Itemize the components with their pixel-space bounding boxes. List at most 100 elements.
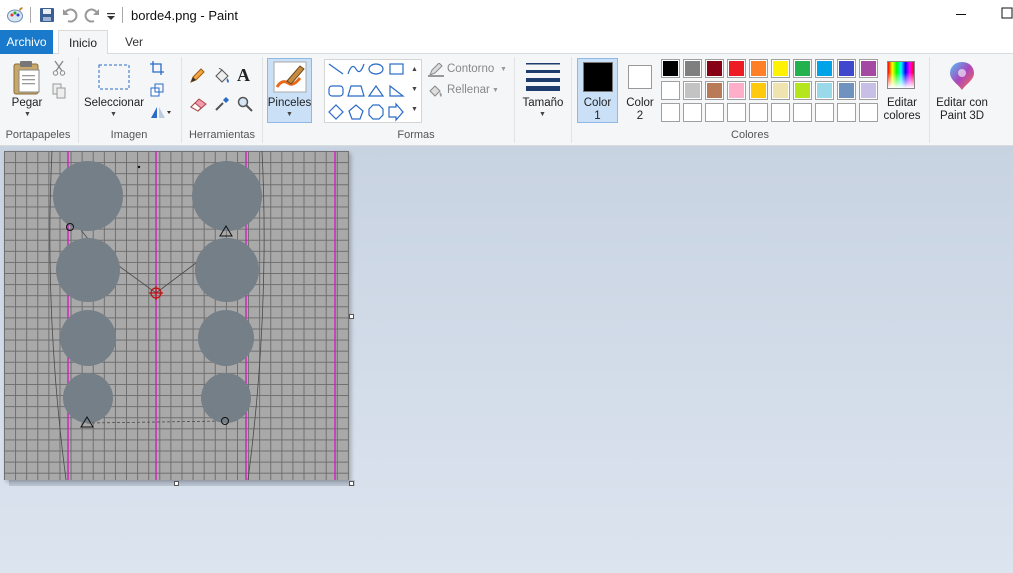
palette-swatch[interactable]: [815, 81, 834, 100]
color2-button[interactable]: Color 2: [620, 97, 660, 123]
save-icon[interactable]: [39, 7, 55, 23]
canvas-shadow: [9, 480, 355, 486]
shapes-icons: [328, 63, 405, 122]
minimize-icon[interactable]: [938, 0, 984, 30]
customize-toolbar-icon[interactable]: [106, 7, 116, 23]
undo-icon[interactable]: [62, 7, 78, 23]
palette-swatch[interactable]: [705, 59, 724, 78]
size-icon[interactable]: [526, 60, 560, 92]
color2-swatch[interactable]: [628, 65, 652, 89]
shapes-gallery[interactable]: [324, 59, 422, 123]
palette-swatch[interactable]: [727, 103, 746, 122]
paint-app-icon[interactable]: [6, 7, 24, 23]
select-dropdown-arrow[interactable]: ▼: [110, 111, 117, 118]
palette-swatch[interactable]: [661, 81, 680, 100]
tab-inicio[interactable]: Inicio: [58, 30, 108, 55]
palette-swatch[interactable]: [727, 81, 746, 100]
palette-swatch[interactable]: [749, 59, 768, 78]
select-icon[interactable]: [98, 64, 130, 90]
paint3d-icon[interactable]: [948, 60, 976, 92]
palette-swatch[interactable]: [837, 59, 856, 78]
ribbon-tabs: Archivo Inicio Ver: [0, 30, 1013, 55]
rotate-icon[interactable]: [150, 105, 172, 119]
brush-icon[interactable]: [273, 61, 307, 93]
tab-archivo[interactable]: Archivo: [0, 30, 53, 54]
palette-swatch[interactable]: [727, 59, 746, 78]
paste-dropdown-arrow[interactable]: ▼: [24, 111, 31, 118]
paste-icon[interactable]: [11, 60, 43, 96]
palette-swatch[interactable]: [859, 59, 878, 78]
fill-button[interactable]: Rellenar: [447, 84, 490, 96]
paste-button[interactable]: Pegar: [6, 97, 48, 110]
color-picker-icon[interactable]: [214, 96, 230, 112]
palette-swatch[interactable]: [683, 59, 702, 78]
color2-label-line1: Color: [626, 97, 654, 109]
resize-handle-right[interactable]: [349, 314, 354, 319]
palette-swatch[interactable]: [661, 59, 680, 78]
palette-swatch[interactable]: [837, 103, 856, 122]
group-separator: [514, 57, 515, 143]
drawing-canvas[interactable]: [4, 151, 349, 480]
group-label-colores: Colores: [731, 129, 769, 141]
copy-icon[interactable]: [52, 83, 66, 99]
edit-with-paint3d-button[interactable]: Editar con Paint 3D: [930, 97, 994, 123]
magnifier-icon[interactable]: [237, 96, 253, 112]
brushes-dropdown-arrow[interactable]: ▼: [286, 111, 293, 118]
resize-handle-bottom[interactable]: [174, 481, 179, 486]
palette-swatch[interactable]: [815, 59, 834, 78]
shapes-scroll-up[interactable]: ▲: [411, 66, 418, 73]
resize-icon[interactable]: [150, 83, 164, 97]
color1-label: Color 1: [577, 97, 618, 123]
size-button[interactable]: Tamaño: [518, 97, 568, 110]
palette-swatch[interactable]: [683, 81, 702, 100]
palette-swatch[interactable]: [661, 103, 680, 122]
fill-icon[interactable]: [428, 84, 444, 98]
eraser-icon[interactable]: [190, 97, 207, 112]
select-button[interactable]: Seleccionar: [83, 97, 145, 110]
palette-swatch[interactable]: [771, 59, 790, 78]
tab-ver[interactable]: Ver: [115, 30, 153, 54]
outline-dropdown-arrow[interactable]: ▼: [500, 66, 507, 73]
palette-swatch[interactable]: [771, 103, 790, 122]
palette-swatch[interactable]: [859, 103, 878, 122]
shapes-more[interactable]: ▼: [411, 106, 418, 113]
crop-icon[interactable]: [150, 61, 164, 75]
palette-swatch[interactable]: [837, 81, 856, 100]
outline-button[interactable]: Contorno: [447, 63, 494, 75]
palette-swatch[interactable]: [815, 103, 834, 122]
edit-colors-line1: Editar: [886, 97, 918, 109]
pencil-icon[interactable]: [189, 68, 205, 84]
palette-swatch[interactable]: [771, 81, 790, 100]
maximize-icon[interactable]: [984, 0, 1013, 30]
palette-swatch[interactable]: [705, 103, 724, 122]
outline-icon[interactable]: [428, 63, 444, 77]
text-tool-icon[interactable]: A: [237, 65, 250, 86]
shapes-scroll-down[interactable]: ▼: [411, 86, 418, 93]
palette-swatch[interactable]: [749, 81, 768, 100]
group-label-herramientas: Herramientas: [188, 129, 256, 141]
palette-swatch[interactable]: [793, 103, 812, 122]
palette-swatch[interactable]: [859, 81, 878, 100]
paint3d-line1: Editar con: [936, 97, 988, 109]
redo-icon[interactable]: [84, 7, 100, 23]
palette-swatch[interactable]: [683, 103, 702, 122]
palette-swatch[interactable]: [793, 59, 812, 78]
title-bar: borde4.png - Paint: [0, 0, 1013, 30]
fill-dropdown-arrow[interactable]: ▼: [492, 87, 499, 94]
window-title: borde4.png - Paint: [131, 8, 238, 23]
size-dropdown-arrow[interactable]: ▼: [539, 111, 546, 118]
edit-colors-icon[interactable]: [887, 61, 915, 89]
color1-label-line2: 1: [594, 110, 601, 122]
color1-swatch: [583, 62, 613, 92]
palette-swatch[interactable]: [749, 103, 768, 122]
edit-colors-button[interactable]: Editar colores: [880, 97, 924, 123]
fill-bucket-icon[interactable]: [213, 68, 231, 84]
palette-swatch[interactable]: [793, 81, 812, 100]
paint3d-line2: Paint 3D: [939, 110, 985, 122]
resize-handle-corner[interactable]: [349, 481, 354, 486]
cut-icon[interactable]: [52, 60, 66, 76]
ribbon: Pegar ▼ Portapapeles Seleccionar ▼ Image…: [0, 54, 1013, 146]
group-label-portapapeles: Portapapeles: [5, 129, 71, 141]
group-label-imagen: Imagen: [110, 129, 148, 141]
palette-swatch[interactable]: [705, 81, 724, 100]
